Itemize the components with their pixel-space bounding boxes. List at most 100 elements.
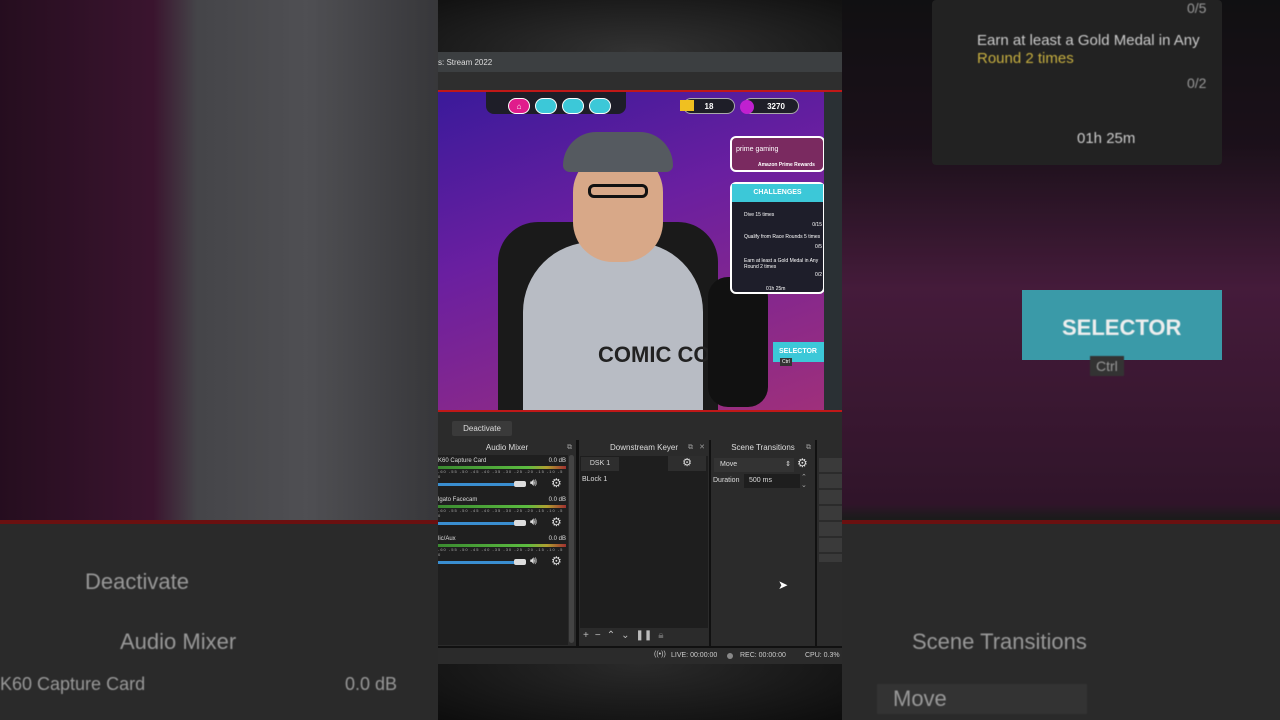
meter-scale: -60 -55 -50 -45 -40 -35 -30 -25 -20 -15 … [438, 508, 564, 518]
move-up-icon[interactable]: ⌃ [607, 630, 615, 641]
volume-slider-handle[interactable] [514, 520, 526, 526]
blurred-db: 0.0 dB [345, 674, 398, 694]
gear-icon[interactable]: ⚙ [551, 476, 562, 490]
stream-preview[interactable]: ⌂ 18 3270 COMIC CON prime gaming Amazon … [438, 90, 842, 412]
blurred-selector: SELECTOR [1062, 315, 1182, 340]
float-icon[interactable]: ⧉ [806, 440, 811, 455]
blurred-track: K60 Capture Card [0, 674, 146, 694]
live-icon: ((•)) [654, 651, 666, 658]
menu-bar [438, 72, 842, 90]
gear-icon[interactable]: ⚙ [797, 456, 808, 470]
meter-scale: -60 -55 -50 -45 -40 -35 -30 -25 -20 -15 … [438, 547, 564, 557]
mixer-track: lic/Aux 0.0 dB -60 -55 -50 -45 -40 -35 -… [438, 533, 568, 572]
blurred-challenge: Earn at least a Gold Medal in Any [977, 32, 1200, 49]
downstream-keyer-dock: Downstream Keyer ⧉ ✕ DSK 1 ⚙ BLock 1 + − ⌃ ⌄ ❚… [579, 440, 709, 646]
blurred-background-right: 0/5 Earn at least a Gold Medal in Any Ro… [842, 0, 1280, 720]
cpu-usage: CPU: 0.3% [805, 652, 840, 659]
volume-slider[interactable] [438, 522, 518, 525]
mixer-track: K60 Capture Card 0.0 dB -60 -55 -50 -45 … [438, 455, 568, 494]
speaker-icon[interactable]: 🔊︎ [530, 555, 537, 568]
track-db: 0.0 dB [548, 497, 566, 503]
deactivate-button[interactable]: Deactivate [452, 421, 512, 436]
duration-stepper[interactable]: ⌃ ⌄ [801, 473, 807, 489]
gear-icon[interactable]: ⚙ [551, 554, 562, 568]
coins-value: 3270 [767, 101, 785, 111]
add-icon[interactable]: + [583, 630, 589, 641]
prime-label: prime gaming [736, 146, 779, 153]
scrollbar[interactable] [569, 455, 574, 643]
transitions-title: Scene Transitions [731, 443, 795, 452]
audio-mixer-title: Audio Mixer [485, 443, 529, 452]
track-db: 0.0 dB [548, 458, 566, 464]
transition-select[interactable]: Move ⇕ [714, 458, 794, 472]
track-name: K60 Capture Card [438, 458, 487, 464]
rec-icon [727, 653, 733, 659]
blurred-obs-right: Scene Transitions Move [842, 520, 1280, 720]
challenge-progress: 0/5 [815, 244, 822, 250]
scene-transitions-dock: Scene Transitions ⧉ Move ⇕ ⚙ Duration 500 … [711, 440, 815, 646]
prime-gaming-banner: prime gaming Amazon Prime Rewards [730, 136, 825, 172]
duration-input[interactable]: 500 ms [744, 474, 800, 488]
volume-slider[interactable] [438, 561, 518, 564]
blurred-timer: 01h 25m [1077, 130, 1136, 147]
top-photo [438, 0, 842, 52]
gear-icon[interactable]: ⚙ [551, 515, 562, 529]
track-db: 0.0 dB [548, 536, 566, 542]
blurred-move: Move [877, 684, 1087, 714]
volume-slider-handle[interactable] [514, 559, 526, 565]
remove-icon[interactable]: − [595, 630, 601, 641]
blurred-progress: 0/5 [1187, 0, 1207, 16]
challenge-item: Earn at least a Gold Medal in Any Round … [744, 258, 822, 278]
blurred-audio-mixer: Audio Mixer [120, 629, 237, 654]
move-down-icon[interactable]: ⌄ [621, 630, 629, 641]
blurred-deactivate: Deactivate [85, 569, 189, 594]
audio-mixer-dock: Audio Mixer ⧉ K60 Capture Card 0.0 dB -60… [438, 440, 576, 646]
challenge-text: Qualify from Race Rounds 5 times [744, 234, 821, 240]
track-name: lgato Facecam [438, 497, 478, 503]
speaker-icon[interactable]: 🔊︎ [530, 477, 537, 490]
volume-slider-handle[interactable] [514, 481, 526, 487]
gear-icon[interactable]: ⚙ [668, 456, 706, 471]
volume-slider[interactable] [438, 483, 518, 486]
float-icon[interactable]: ⧉ [567, 440, 572, 455]
blurred-scene-transitions: Scene Transitions [912, 629, 1087, 654]
challenge-text: Dive 15 times [744, 212, 775, 218]
pause-icon[interactable]: ❚❚ [635, 630, 652, 641]
blurred-ctrl: Ctrl [1090, 356, 1124, 376]
status-bar: ((•)) LIVE: 00:00:00 REC: 00:00:00 CPU: … [438, 648, 842, 664]
crowns-value: 18 [704, 101, 714, 111]
blurred-background-left: Deactivate Audio Mixer K60 Capture Card … [0, 0, 438, 720]
live-timer: LIVE: 00:00:00 [671, 652, 718, 659]
rec-timer: REC: 00:00:00 [740, 652, 786, 659]
challenge-progress: 0/2 [815, 272, 822, 278]
updown-icon: ⇕ [785, 461, 791, 468]
challenges-panel: CHALLENGES Dive 15 times 0/15 Qualify fro… [730, 182, 825, 294]
challenges-title: CHALLENGES [732, 184, 823, 202]
challenge-text: Earn at least a Gold Medal in Any Round … [744, 258, 819, 270]
blurred-progress-2: 0/2 [1187, 75, 1207, 91]
close-icon[interactable]: ✕ [699, 440, 705, 455]
transition-value: Move [720, 461, 738, 468]
speaker-icon[interactable]: 🔊︎ [530, 516, 537, 529]
tab-dsk-1[interactable]: DSK 1 [581, 457, 619, 471]
blurred-challenge-2: Round 2 times [977, 50, 1074, 67]
dsk-title: Downstream Keyer [609, 443, 679, 452]
blurred-obs-left: Deactivate Audio Mixer K60 Capture Card … [0, 520, 438, 720]
bottom-photo [438, 664, 842, 720]
list-item[interactable]: BLock 1 [582, 476, 607, 483]
mixer-track: lgato Facecam 0.0 dB -60 -55 -50 -45 -40… [438, 494, 568, 533]
crown-icon [680, 100, 694, 111]
track-name: lic/Aux [438, 536, 456, 542]
microphone [708, 277, 768, 407]
controls-dock [817, 440, 842, 646]
lock-icon[interactable]: 🔒︎ [658, 630, 663, 641]
float-icon[interactable]: ⧉ [688, 440, 693, 455]
challenge-item: Qualify from Race Rounds 5 times 0/5 [744, 234, 822, 250]
duration-label: Duration [713, 477, 740, 484]
window-title: s: Stream 2022 [438, 58, 493, 67]
ctrl-key: Ctrl [780, 358, 792, 366]
meter-scale: -60 -55 -50 -45 -40 -35 -30 -25 -20 -15 … [438, 469, 564, 479]
prime-subtitle: Amazon Prime Rewards [758, 162, 815, 168]
controls-bar: Deactivate [438, 412, 842, 440]
obs-window: s: Stream 2022 ⌂ 18 3270 COMIC CON prime… [438, 0, 842, 720]
